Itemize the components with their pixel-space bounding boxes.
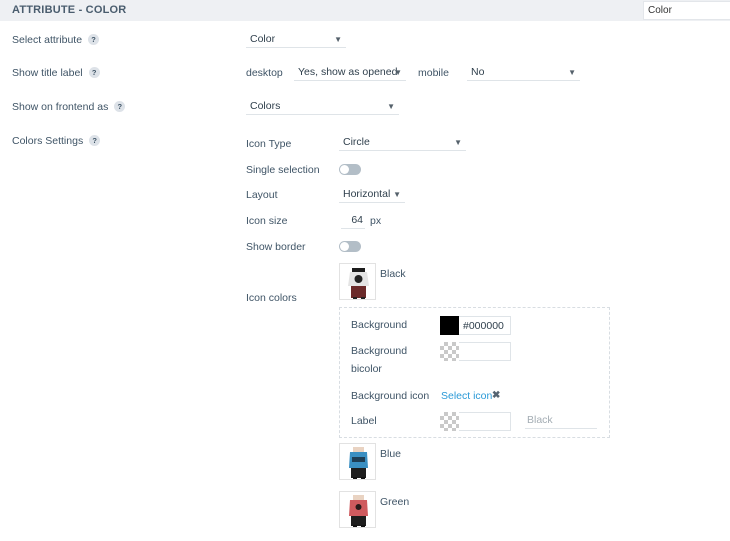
icon-size-label: Icon size bbox=[246, 215, 288, 227]
chevron-down-icon: ▼ bbox=[387, 102, 395, 111]
background-color-swatch[interactable] bbox=[440, 316, 459, 335]
icon-size-input[interactable]: 64 bbox=[341, 213, 365, 229]
icon-size-unit: px bbox=[370, 215, 382, 227]
select-icon-link[interactable]: Select icon bbox=[441, 390, 492, 402]
color-thumbnail-blue[interactable] bbox=[339, 443, 376, 480]
label-label: Label bbox=[351, 415, 377, 427]
icon-type-dropdown[interactable]: Circle ▼ bbox=[339, 135, 466, 151]
show-border-toggle[interactable] bbox=[339, 241, 361, 252]
background-bicolor-label-line1: Background bbox=[351, 345, 408, 357]
label-color-input[interactable] bbox=[459, 412, 511, 431]
bicolor-swatch[interactable] bbox=[440, 342, 459, 361]
show-border-label: Show border bbox=[246, 241, 306, 253]
icon-colors-label: Icon colors bbox=[246, 292, 297, 304]
chevron-down-icon: ▼ bbox=[393, 190, 401, 199]
color-settings-panel-black: Background Background bicolor Background… bbox=[339, 307, 610, 438]
shirt-icon bbox=[340, 492, 375, 527]
frontend-display-dropdown[interactable]: Colors ▼ bbox=[246, 99, 399, 115]
help-icon[interactable]: ? bbox=[114, 101, 126, 112]
label-text-input[interactable] bbox=[525, 412, 597, 429]
background-label: Background bbox=[351, 319, 408, 331]
label-color-swatch[interactable] bbox=[440, 412, 459, 431]
remove-icon[interactable]: ✖ bbox=[492, 390, 500, 401]
select-attribute-label: Select attribute? bbox=[12, 34, 100, 46]
desktop-title-dropdown[interactable]: Yes, show as opened ▼ bbox=[294, 65, 406, 81]
chevron-down-icon: ▼ bbox=[454, 138, 462, 147]
section-title: ATTRIBUTE - COLOR bbox=[12, 4, 127, 16]
icon-type-label: Icon Type bbox=[246, 138, 292, 150]
attribute-search-input[interactable] bbox=[643, 1, 730, 20]
color-name-black: Black bbox=[380, 268, 406, 280]
background-bicolor-label-line2: bicolor bbox=[351, 363, 382, 375]
color-thumbnail-black[interactable] bbox=[339, 263, 376, 300]
color-thumbnail-green[interactable] bbox=[339, 491, 376, 528]
help-icon[interactable]: ? bbox=[88, 34, 100, 45]
color-name-blue: Blue bbox=[380, 448, 402, 460]
background-color-input[interactable] bbox=[459, 316, 511, 335]
mobile-title-dropdown[interactable]: No ▼ bbox=[467, 65, 580, 81]
show-title-label-label: Show title label? bbox=[12, 67, 100, 79]
select-attribute-dropdown[interactable]: Color ▼ bbox=[246, 32, 346, 48]
colors-settings-label: Colors Settings? bbox=[12, 135, 101, 147]
help-icon[interactable]: ? bbox=[88, 67, 100, 78]
layout-label: Layout bbox=[246, 189, 278, 201]
single-selection-toggle[interactable] bbox=[339, 164, 361, 175]
shirt-icon bbox=[340, 444, 375, 479]
section-header: ATTRIBUTE - COLOR bbox=[0, 0, 730, 21]
chevron-down-icon: ▼ bbox=[394, 68, 402, 77]
mobile-label: mobile bbox=[418, 67, 449, 79]
bicolor-color-input[interactable] bbox=[459, 342, 511, 361]
show-on-frontend-label: Show on frontend as? bbox=[12, 101, 126, 113]
single-selection-label: Single selection bbox=[246, 164, 320, 176]
chevron-down-icon: ▼ bbox=[334, 35, 342, 44]
desktop-label: desktop bbox=[246, 67, 283, 79]
layout-dropdown[interactable]: Horizontal ▼ bbox=[339, 187, 405, 203]
chevron-down-icon: ▼ bbox=[568, 68, 576, 77]
shirt-icon bbox=[340, 264, 375, 299]
background-icon-label: Background icon bbox=[351, 390, 430, 402]
color-name-green: Green bbox=[380, 496, 410, 508]
help-icon[interactable]: ? bbox=[89, 135, 101, 146]
